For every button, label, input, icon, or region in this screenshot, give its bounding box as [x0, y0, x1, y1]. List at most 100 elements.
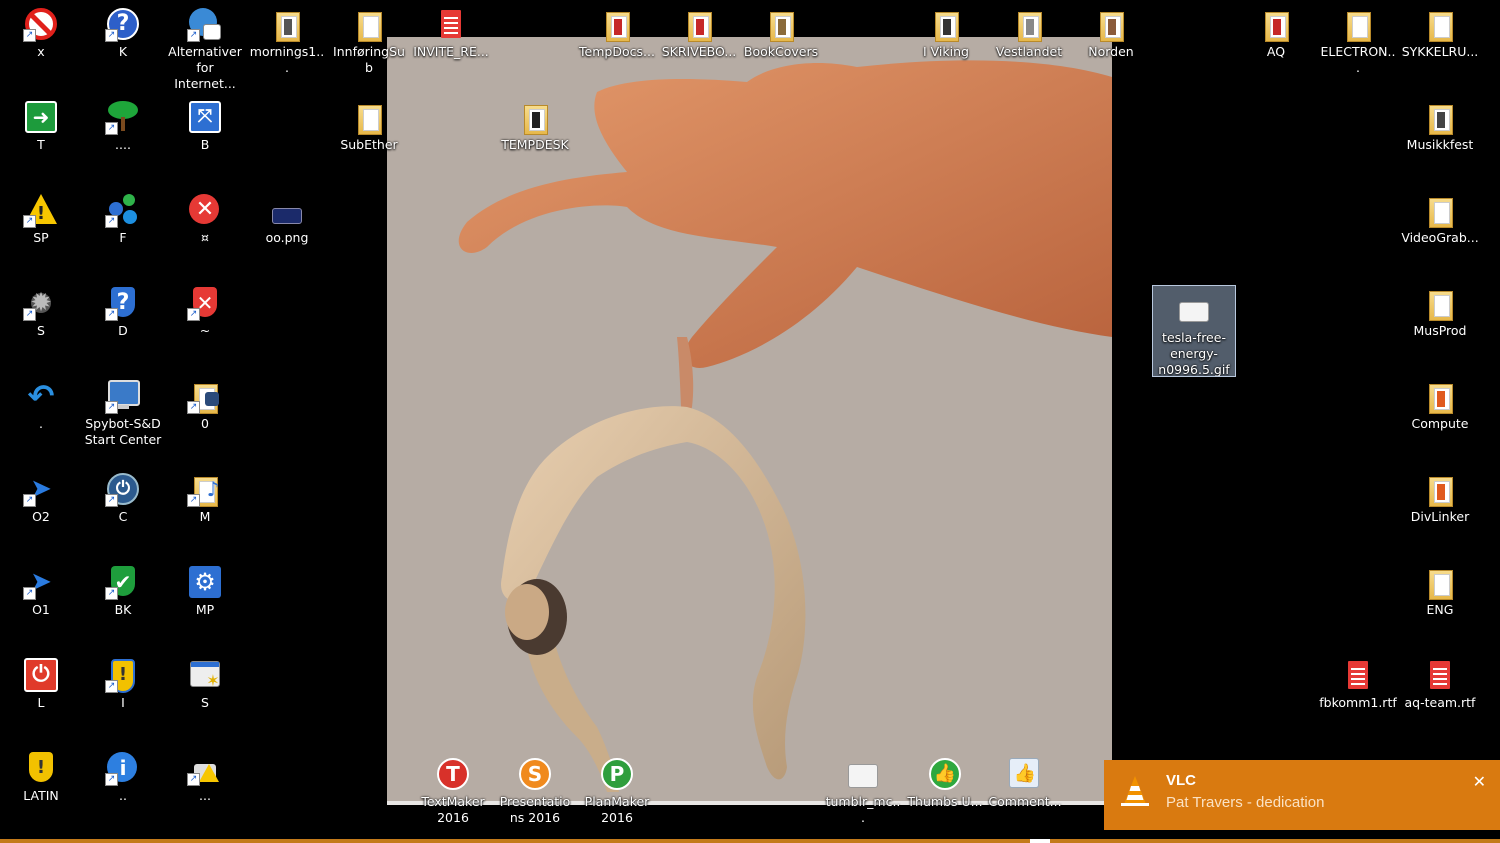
desktop-icon-i[interactable]: ! ↗ I: [82, 651, 164, 711]
desktop-icon-latin[interactable]: ! LATIN: [0, 744, 82, 804]
desktop-icon-compute[interactable]: Compute: [1399, 372, 1481, 432]
shield-check-icon: ✔ ↗: [105, 564, 141, 600]
desktop-icon-dots2[interactable]: i ↗ ..: [82, 744, 164, 804]
desktop-icon-k[interactable]: ? ↗ K: [82, 0, 164, 60]
desktop-icon-alternativer[interactable]: ↗ Alternativer for Internet...: [164, 0, 246, 91]
desktop-icon-tilde[interactable]: ✕ ↗ ~: [164, 279, 246, 339]
icon-label: F: [119, 230, 127, 245]
icon-label: InnføringSub: [333, 44, 405, 75]
desktop-icon-zero[interactable]: ↗ 0: [164, 372, 246, 432]
desktop-icon-spybot[interactable]: ↗ Spybot-S&D Start Center: [82, 372, 164, 462]
undo-icon: ↶: [27, 377, 55, 415]
icon-label: fbkomm1.rtf: [1319, 695, 1397, 710]
desktop-icon-dots4[interactable]: ↗ ....: [82, 93, 164, 153]
desktop-icon-b[interactable]: ⤧ B: [164, 93, 246, 153]
desktop-icon-s2[interactable]: ✶ S: [164, 651, 246, 711]
desktop-icon-subether[interactable]: SubEther: [328, 93, 410, 153]
desktop-icon-comment[interactable]: 👍 Comment...: [984, 750, 1066, 810]
folder-icon: [763, 6, 799, 42]
folder-icon: [1422, 6, 1458, 42]
rtf-document-icon: [433, 6, 469, 42]
desktop-icon-iviking[interactable]: I Viking: [905, 0, 987, 60]
icon-label: x: [37, 44, 45, 59]
icon-label: 0: [201, 416, 209, 431]
icon-label: BookCovers: [743, 44, 819, 59]
folder-icon: [681, 6, 717, 42]
desktop-icon-currency[interactable]: ✕ ¤: [164, 186, 246, 246]
icon-label: I: [121, 695, 125, 710]
icon-label: SKRIVEBO...: [661, 44, 737, 59]
desktop-icon-invite[interactable]: INVITE_RE...: [410, 0, 492, 60]
cursor-arrow-icon: ➤ ↗: [23, 564, 59, 600]
desktop-icon-tempdocs[interactable]: TempDocs...: [576, 0, 658, 60]
icon-label: Vestlandet: [995, 44, 1063, 59]
folder-icon: [351, 99, 387, 135]
icon-label: I Viking: [923, 44, 969, 59]
folder-icon: [1340, 6, 1376, 42]
desktop-icon-planmaker[interactable]: P PlanMaker 2016: [576, 750, 658, 826]
desktop-icon-eng[interactable]: ENG: [1399, 558, 1481, 618]
desktop-icon-fbkomm[interactable]: fbkomm1.rtf: [1317, 651, 1399, 711]
icon-label: aq-team.rtf: [1404, 695, 1476, 710]
vlc-notification[interactable]: VLC Pat Travers - dedication ✕: [1104, 760, 1500, 830]
monitor-icon: ↗: [105, 378, 141, 414]
desktop-icon-vestlandet[interactable]: Vestlandet: [988, 0, 1070, 60]
desktop-icon-o2[interactable]: ➤ ↗ O2: [0, 465, 82, 525]
desktop-icon-bookcovers[interactable]: BookCovers: [740, 0, 822, 60]
icon-label: mornings1...: [249, 44, 325, 75]
file-manager-icon: ↗: [187, 378, 223, 414]
desktop-icon-f[interactable]: ↗ F: [82, 186, 164, 246]
desktop-icon-dots3[interactable]: ↗ ...: [164, 744, 246, 804]
desktop-icon-tumblr[interactable]: tumblr_mc...: [822, 750, 904, 826]
desktop-icon-musikkfest[interactable]: Musikkfest: [1399, 93, 1481, 153]
desktop-icon-videograb[interactable]: VideoGrab...: [1399, 186, 1481, 246]
no-entry-icon: ↗: [23, 6, 59, 42]
desktop-icon-d[interactable]: ? ↗ D: [82, 279, 164, 339]
desktop-icon-t[interactable]: ➜ T: [0, 93, 82, 153]
desktop-icon-l[interactable]: ⏻ L: [0, 651, 82, 711]
desktop-icon-divlinker[interactable]: DivLinker: [1399, 465, 1481, 525]
icon-label: ..: [119, 788, 127, 803]
desktop-icon-o1[interactable]: ➤ ↗ O1: [0, 558, 82, 618]
desktop-icon-oo-png[interactable]: oo.png: [246, 186, 328, 246]
desktop-icon-aq[interactable]: AQ: [1235, 0, 1317, 60]
desktop-icon-norden[interactable]: Norden: [1070, 0, 1152, 60]
desktop-icon-electron[interactable]: ELECTRON...: [1317, 0, 1399, 76]
desktop-icon-skrivebo[interactable]: SKRIVEBO...: [658, 0, 740, 60]
desktop-icon-bk[interactable]: ✔ ↗ BK: [82, 558, 164, 618]
rtf-document-icon: [1422, 657, 1458, 693]
icon-label: ELECTRON...: [1320, 44, 1396, 75]
desktop-icon-mornings[interactable]: mornings1...: [246, 0, 328, 76]
desktop-icon-sykkelru[interactable]: SYKKELRU...: [1399, 0, 1481, 60]
desktop-icon-sp[interactable]: ! ↗ SP: [0, 186, 82, 246]
desktop-icon-presentations[interactable]: S Presentations 2016: [494, 750, 576, 826]
desktop-icon-textmaker[interactable]: T TextMaker 2016: [412, 750, 494, 826]
desktop-icon-c[interactable]: ⏻ ↗ C: [82, 465, 164, 525]
icon-label: Compute: [1411, 416, 1469, 431]
desktop-icon-thumbs[interactable]: 👍 Thumbs U...: [904, 750, 986, 810]
image-file-icon: [269, 192, 305, 228]
folder-icon: [1422, 192, 1458, 228]
notification-close-button[interactable]: ✕: [1473, 772, 1486, 792]
shield-warning-icon: !: [23, 750, 59, 786]
desktop-icon-tesla-gif[interactable]: tesla-free-energy-n0996.5.gif: [1152, 285, 1236, 377]
info-icon: i ↗: [105, 750, 141, 786]
desktop-icon-musprod[interactable]: MusProd: [1399, 279, 1481, 339]
molecule-icon: ↗: [105, 192, 141, 228]
desktop-icon-mp[interactable]: ⚙ MP: [164, 558, 246, 618]
folder-icon: [1258, 6, 1294, 42]
icon-label: .: [39, 416, 43, 431]
desktop-icon-tempdesk[interactable]: TEMPDESK: [494, 93, 576, 153]
desktop-icon-m[interactable]: ♪ ↗ M: [164, 465, 246, 525]
tree-icon: ↗: [105, 99, 141, 135]
desktop-icon-innforing[interactable]: InnføringSub: [328, 0, 410, 76]
icon-label: DivLinker: [1410, 509, 1470, 524]
desktop[interactable]: ↗ x ➜ T ! ↗ SP ✹ ↗ S ↶ . ➤ ↗ O2 ➤ ↗ O1 ⏻…: [0, 0, 1500, 843]
icon-label: TEMPDESK: [501, 137, 569, 152]
desktop-icon-dot[interactable]: ↶ .: [0, 372, 82, 432]
notification-track-title: Pat Travers - dedication: [1166, 794, 1325, 811]
desktop-icon-aqteam[interactable]: aq-team.rtf: [1399, 651, 1481, 711]
desktop-icon-s1[interactable]: ✹ ↗ S: [0, 279, 82, 339]
desktop-icon-x[interactable]: ↗ x: [0, 0, 82, 60]
textmaker-icon: T: [435, 756, 471, 792]
